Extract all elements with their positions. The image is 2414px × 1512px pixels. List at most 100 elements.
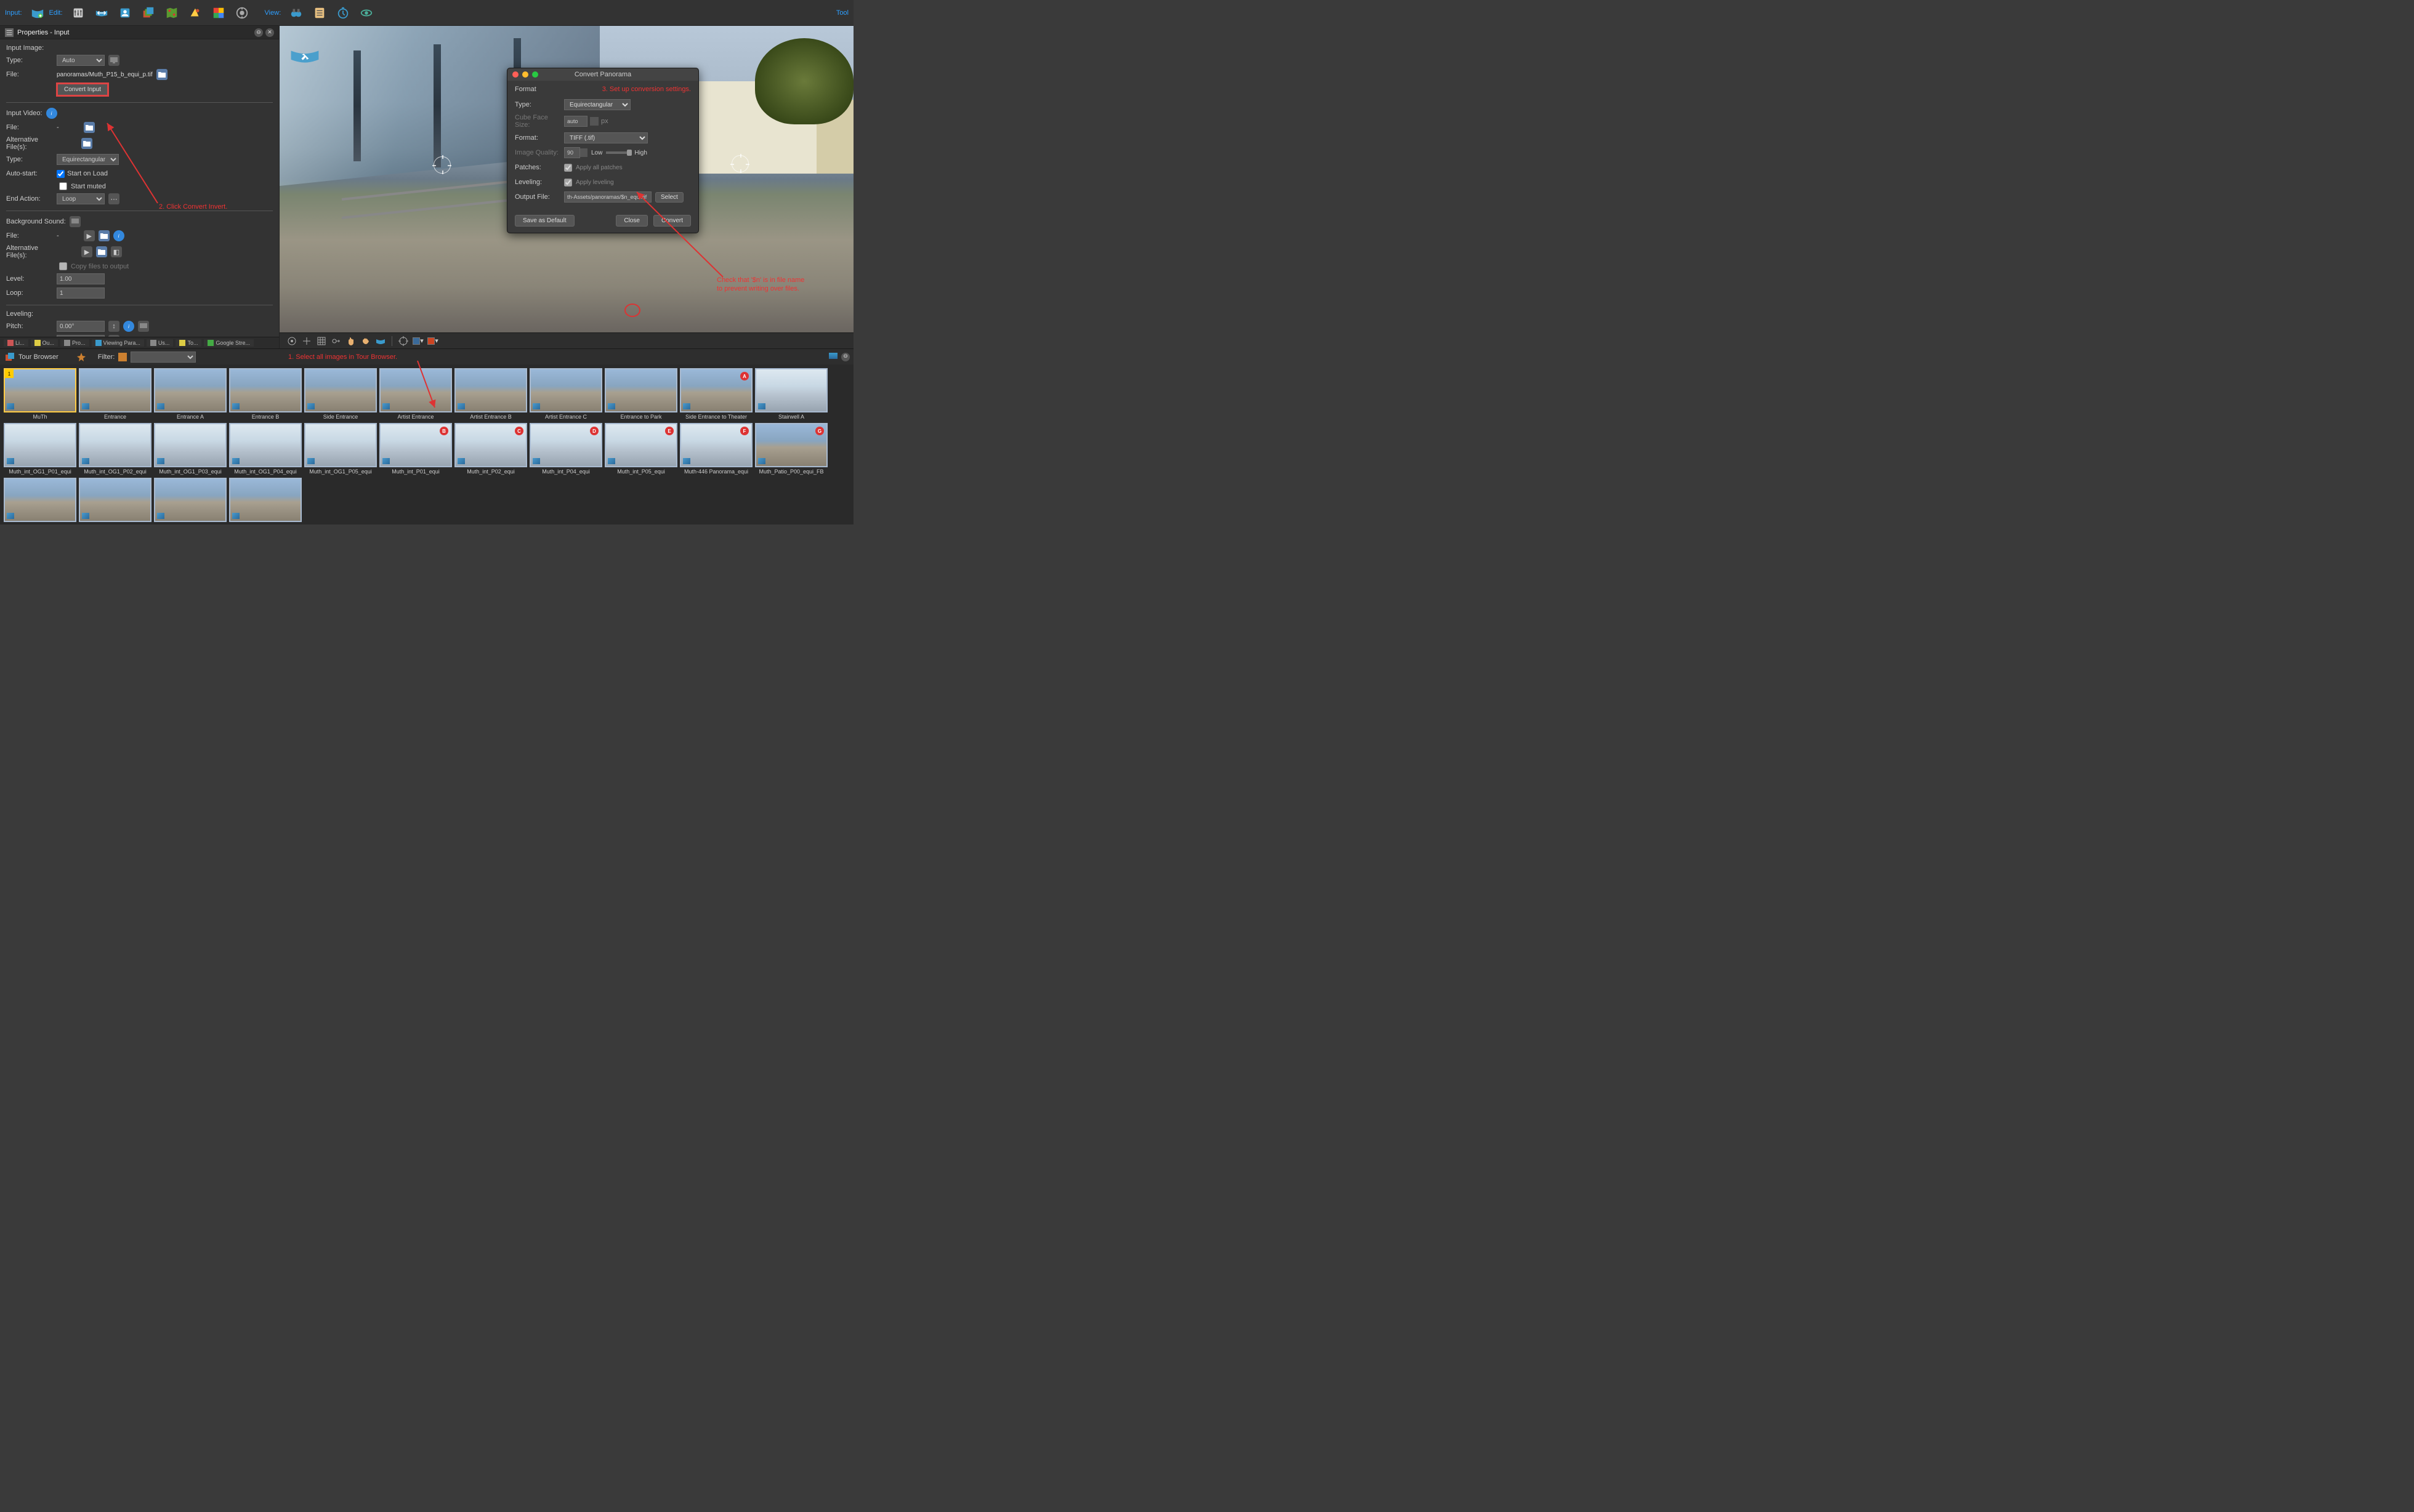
tour-thumbnail[interactable]: Muth_int_OG1_P05_equi [304,423,377,476]
wave-icon[interactable] [360,336,371,347]
google-icon[interactable] [209,4,228,22]
crosshair-icon [434,156,451,174]
tour-thumbnail[interactable]: 1MuTh [4,368,76,421]
bs-open-icon[interactable] [99,230,110,241]
tour-thumbnail[interactable]: Artist Entrance B [454,368,527,421]
tab-user[interactable]: Us... [147,339,174,347]
dlg-format-select[interactable]: TIFF (.tif) [564,132,648,143]
tab-viewing[interactable]: Viewing Para... [92,339,144,347]
target2-icon[interactable] [398,336,409,347]
bs-info-icon[interactable]: i [113,230,124,241]
convert-input-button[interactable]: Convert Input [57,83,108,96]
tour-thumbnail[interactable] [79,478,151,525]
tour-thumbnail[interactable]: Muth_int_OG1_P01_equi [4,423,76,476]
display-icon[interactable] [108,55,119,66]
pano-mini-icon[interactable] [829,353,838,359]
eye-icon[interactable] [357,4,376,22]
crosshair-tool-icon[interactable] [301,336,312,347]
pitch-stepper[interactable]: ↕ [108,321,119,332]
tour-thumbnail[interactable] [4,478,76,525]
tour-thumbnail[interactable]: FMuth-446 Panorama_equi [680,423,753,476]
tour-thumbnail[interactable]: DMuth_int_P04_equi [530,423,602,476]
list-icon[interactable] [310,4,329,22]
pano-arrows-icon[interactable] [92,4,111,22]
tour-thumbnail[interactable]: Entrance A [154,368,227,421]
tour-thumbnail[interactable]: ASide Entrance to Theater [680,368,753,421]
close-button[interactable]: Close [616,215,648,227]
level-input[interactable] [57,273,105,284]
save-default-button[interactable]: Save as Default [515,215,575,227]
bg-color-swatch[interactable]: ▾ [413,336,424,347]
open-pano-icon[interactable] [28,4,47,22]
binoculars-icon[interactable] [287,4,305,22]
tour-thumbnail[interactable] [229,478,302,525]
tour-thumbnail[interactable]: EMuth_int_P05_equi [605,423,677,476]
open-alt-icon[interactable] [81,138,92,149]
input-video-header: Input Video: [6,110,42,117]
grid-icon[interactable] [316,336,327,347]
tour-map-icon[interactable] [163,4,181,22]
alt-files-label: Alternative File(s): [6,136,57,151]
bs-alt-open-icon[interactable] [96,246,107,257]
info-icon[interactable]: i [46,108,57,119]
target-icon[interactable] [286,336,297,347]
tour-thumbnail[interactable]: Stairwell A [755,368,828,421]
start-muted-checkbox[interactable] [59,182,67,190]
filter-select[interactable] [131,352,196,363]
end-action-select[interactable]: Loop [57,193,105,204]
open-file-icon[interactable] [156,69,168,80]
type-select[interactable]: Auto [57,55,105,66]
tour-thumbnail[interactable]: Entrance [79,368,151,421]
panel-close-icon[interactable]: ✕ [265,28,274,37]
bs-alt-play-icon[interactable]: ▶ [81,246,92,257]
tour-thumbnail[interactable] [154,478,227,525]
bs-alt-extra-icon[interactable]: ◧ [111,246,122,257]
tour-thumbnail[interactable]: Entrance to Park [605,368,677,421]
tour-thumbnail[interactable]: Muth_int_OG1_P03_equi [154,423,227,476]
dialog-titlebar[interactable]: Convert Panorama [507,68,698,81]
tab-tour[interactable]: To... [176,339,201,347]
skin-icon[interactable] [186,4,204,22]
open-video-icon[interactable] [84,122,95,133]
convert-button[interactable]: Convert [653,215,691,227]
tab-list[interactable]: Li... [4,339,28,347]
tour-thumbnail[interactable]: Muth_int_OG1_P02_equi [79,423,151,476]
tour-thumbnail[interactable]: CMuth_int_P02_equi [454,423,527,476]
edit-sliders-icon[interactable] [69,4,87,22]
play-icon[interactable]: ▶ [84,230,95,241]
pin-icon[interactable] [77,353,86,361]
timer-icon[interactable] [334,4,352,22]
bg-sound-icon[interactable] [70,216,81,227]
video-type-select[interactable]: Equirectangular [57,154,119,165]
tour-thumbnail[interactable]: Muth_int_OG1_P04_equi [229,423,302,476]
start-on-load-checkbox[interactable] [57,170,65,178]
dlg-type-select[interactable]: Equirectangular [564,99,631,110]
pitch-info-icon[interactable]: i [123,321,134,332]
thumbnail-label: Side Entrance to Theater [680,412,753,421]
hotspot-stack-icon[interactable] [139,4,158,22]
loop-input[interactable] [57,288,105,299]
panel-collapse-icon[interactable]: ⊖ [254,28,263,37]
tour-thumbnail[interactable]: Entrance B [229,368,302,421]
output-file-input[interactable] [564,191,652,203]
select-output-button[interactable]: Select [655,192,684,203]
tour-thumbnail[interactable]: GMuth_Patio_P00_equi_FB [755,423,828,476]
tab-project[interactable]: Pro... [60,339,89,347]
tour-thumbnail[interactable]: Side Entrance [304,368,377,421]
output-icon[interactable] [233,4,251,22]
tour-thumbnail[interactable]: Artist Entrance [379,368,452,421]
pano-icon[interactable] [375,336,386,347]
tour-thumbnail[interactable]: BMuth_int_P01_equi [379,423,452,476]
pitch-input[interactable] [57,321,105,332]
user-data-icon[interactable] [116,4,134,22]
end-action-btn[interactable]: ⋯ [108,193,119,204]
browser-collapse-icon[interactable]: ⊖ [841,353,850,361]
tab-google[interactable]: Google Stre... [204,339,254,347]
filter-icon[interactable] [118,353,127,361]
key-icon[interactable] [331,336,342,347]
pitch-display-icon[interactable] [138,321,149,332]
tab-output[interactable]: Ou... [31,339,59,347]
hand-icon[interactable] [345,336,357,347]
tour-thumbnail[interactable]: Artist Entrance C [530,368,602,421]
fg-color-swatch[interactable]: ▾ [427,336,438,347]
